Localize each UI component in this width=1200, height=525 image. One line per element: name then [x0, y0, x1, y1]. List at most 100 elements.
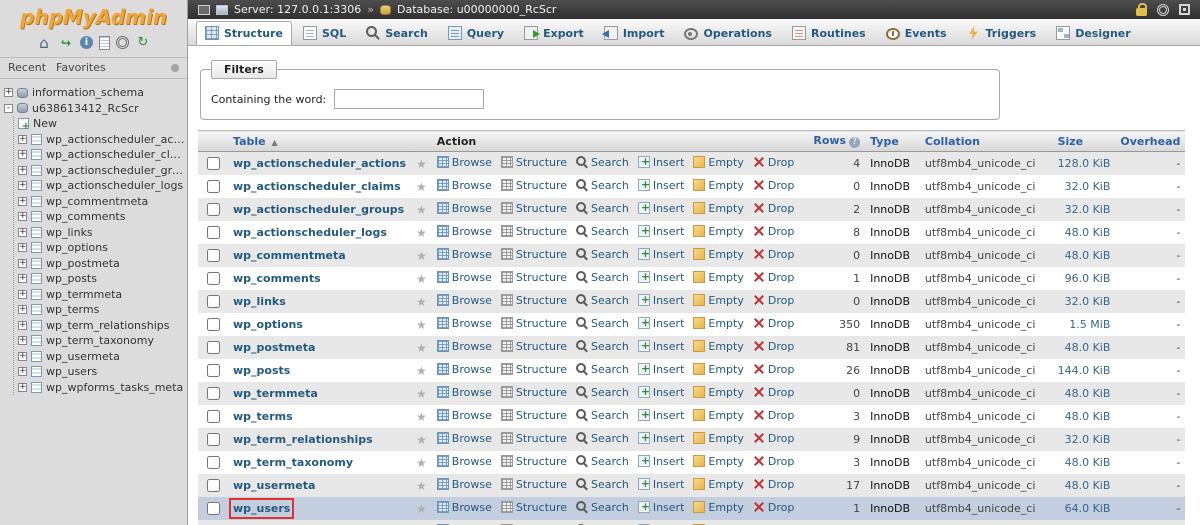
tree-db-current[interactable]: u638613412_RcScr	[4, 101, 185, 117]
tree-db-label[interactable]: information_schema	[32, 86, 144, 99]
containing-word-input[interactable]	[334, 89, 484, 109]
tree-table-wp_actionscheduler_actions[interactable]: wp_actionscheduler_actions	[18, 132, 185, 148]
row-checkbox[interactable]	[207, 318, 220, 331]
favorite-star-icon[interactable]: ★	[416, 456, 427, 470]
expand-icon[interactable]	[18, 383, 27, 392]
row-checkbox[interactable]	[207, 180, 220, 193]
expand-icon[interactable]	[18, 228, 27, 237]
tree-table-label[interactable]: wp_wpforms_tasks_meta	[46, 381, 183, 394]
expand-icon[interactable]	[18, 367, 27, 376]
browse-action-link[interactable]: Browse	[437, 156, 492, 169]
structure-action-link[interactable]: Structure	[501, 225, 567, 238]
favorite-star-icon[interactable]: ★	[416, 341, 427, 355]
expand-icon[interactable]	[18, 321, 27, 330]
row-checkbox[interactable]	[207, 387, 220, 400]
tree-table-label[interactable]: wp_links	[46, 226, 93, 239]
empty-action-link[interactable]: Empty	[693, 317, 743, 330]
structure-action-link[interactable]: Structure	[501, 156, 567, 169]
tree-table-wp_usermeta[interactable]: wp_usermeta	[18, 349, 185, 365]
tree-table-wp_postmeta[interactable]: wp_postmeta	[18, 256, 185, 272]
tab-export[interactable]: Export	[515, 21, 593, 45]
drop-action-link[interactable]: Drop	[753, 248, 794, 261]
drop-action-link[interactable]: Drop	[753, 340, 794, 353]
table-row[interactable]: wp_posts ★ BrowseStructureSearchInsertEm…	[198, 359, 1185, 382]
lock-icon[interactable]	[1136, 8, 1147, 16]
row-checkbox[interactable]	[207, 226, 220, 239]
tree-new-table[interactable]: New	[18, 116, 185, 132]
drop-action-link[interactable]: Drop	[753, 386, 794, 399]
tree-table-label[interactable]: wp_terms	[46, 303, 99, 316]
insert-action-link[interactable]: Insert	[638, 317, 685, 330]
tree-table-wp_commentmeta[interactable]: wp_commentmeta	[18, 194, 185, 210]
search-action-link[interactable]: Search	[576, 363, 629, 376]
tree-table-wp_wpforms_tasks_meta[interactable]: wp_wpforms_tasks_meta	[18, 380, 185, 396]
drop-action-link[interactable]: Drop	[753, 271, 794, 284]
insert-action-link[interactable]: Insert	[638, 225, 685, 238]
table-row[interactable]: wp_actionscheduler_groups ★ BrowseStruct…	[198, 198, 1185, 221]
empty-action-link[interactable]: Empty	[693, 409, 743, 422]
structure-action-link[interactable]: Structure	[501, 455, 567, 468]
row-checkbox[interactable]	[207, 249, 220, 262]
empty-action-link[interactable]: Empty	[693, 179, 743, 192]
table-row[interactable]: wp_postmeta ★ BrowseStructureSearchInser…	[198, 336, 1185, 359]
table-name-link[interactable]: wp_term_taxonomy	[233, 456, 353, 469]
home-icon[interactable]: ⌂	[36, 35, 52, 51]
browse-action-link[interactable]: Browse	[437, 501, 492, 514]
table-name-link[interactable]: wp_posts	[233, 364, 290, 377]
empty-action-link[interactable]: Empty	[693, 156, 743, 169]
empty-action-link[interactable]: Empty	[693, 478, 743, 491]
table-row[interactable]: wp_term_relationships ★ BrowseStructureS…	[198, 428, 1185, 451]
search-action-link[interactable]: Search	[576, 156, 629, 169]
favorite-star-icon[interactable]: ★	[416, 180, 427, 194]
browse-action-link[interactable]: Browse	[437, 248, 492, 261]
favorites-tab[interactable]: Favorites	[56, 61, 106, 74]
insert-action-link[interactable]: Insert	[638, 409, 685, 422]
tree-db-label[interactable]: u638613412_RcScr	[32, 102, 139, 115]
drop-action-link[interactable]: Drop	[753, 202, 794, 215]
table-name-link[interactable]: wp_usermeta	[233, 479, 315, 492]
tab-routines[interactable]: Routines	[783, 21, 875, 45]
tab-import[interactable]: Import	[595, 21, 674, 45]
expand-icon[interactable]	[18, 166, 27, 175]
insert-action-link[interactable]: Insert	[638, 340, 685, 353]
table-row[interactable]: wp_options ★ BrowseStructureSearchInsert…	[198, 313, 1185, 336]
structure-action-link[interactable]: Structure	[501, 340, 567, 353]
tree-table-wp_actionscheduler_claims[interactable]: wp_actionscheduler_claims	[18, 147, 185, 163]
tab-operations[interactable]: Operations	[675, 22, 781, 45]
structure-action-link[interactable]: Structure	[501, 271, 567, 284]
row-checkbox[interactable]	[207, 456, 220, 469]
expand-icon[interactable]	[18, 135, 27, 144]
favorite-star-icon[interactable]: ★	[416, 410, 427, 424]
phpmyadmin-logo[interactable]: phpMyAdmin	[0, 0, 187, 31]
drop-action-link[interactable]: Drop	[753, 501, 794, 514]
table-name-link[interactable]: wp_users	[233, 502, 290, 515]
tree-db-information-schema[interactable]: information_schema	[4, 85, 185, 101]
rows-help-icon[interactable]: ?	[849, 137, 860, 148]
browse-action-link[interactable]: Browse	[437, 225, 492, 238]
tree-table-label[interactable]: wp_actionscheduler_actions	[46, 133, 185, 146]
structure-action-link[interactable]: Structure	[501, 294, 567, 307]
table-row[interactable]: wp_actionscheduler_claims ★ BrowseStruct…	[198, 175, 1185, 198]
row-checkbox[interactable]	[207, 272, 220, 285]
table-name-link[interactable]: wp_options	[233, 318, 303, 331]
table-row[interactable]: wp_users ★ BrowseStructureSearchInsertEm…	[198, 497, 1185, 520]
row-checkbox[interactable]	[207, 502, 220, 515]
insert-action-link[interactable]: Insert	[638, 271, 685, 284]
table-name-link[interactable]: wp_actionscheduler_claims	[233, 180, 401, 193]
structure-action-link[interactable]: Structure	[501, 432, 567, 445]
tree-table-wp_links[interactable]: wp_links	[18, 225, 185, 241]
tree-table-label[interactable]: wp_commentmeta	[46, 195, 148, 208]
drop-action-link[interactable]: Drop	[753, 363, 794, 376]
size-sort-link[interactable]: Size	[1058, 135, 1084, 148]
table-name-link[interactable]: wp_commentmeta	[233, 249, 346, 262]
search-action-link[interactable]: Search	[576, 248, 629, 261]
sql-page-icon[interactable]	[99, 36, 110, 50]
favorite-star-icon[interactable]: ★	[416, 364, 427, 378]
row-checkbox[interactable]	[207, 433, 220, 446]
empty-action-link[interactable]: Empty	[693, 455, 743, 468]
structure-action-link[interactable]: Structure	[501, 409, 567, 422]
insert-action-link[interactable]: Insert	[638, 478, 685, 491]
breadcrumb-database[interactable]: Database: u00000000_RcScr	[397, 3, 556, 16]
structure-action-link[interactable]: Structure	[501, 478, 567, 491]
search-action-link[interactable]: Search	[576, 409, 629, 422]
